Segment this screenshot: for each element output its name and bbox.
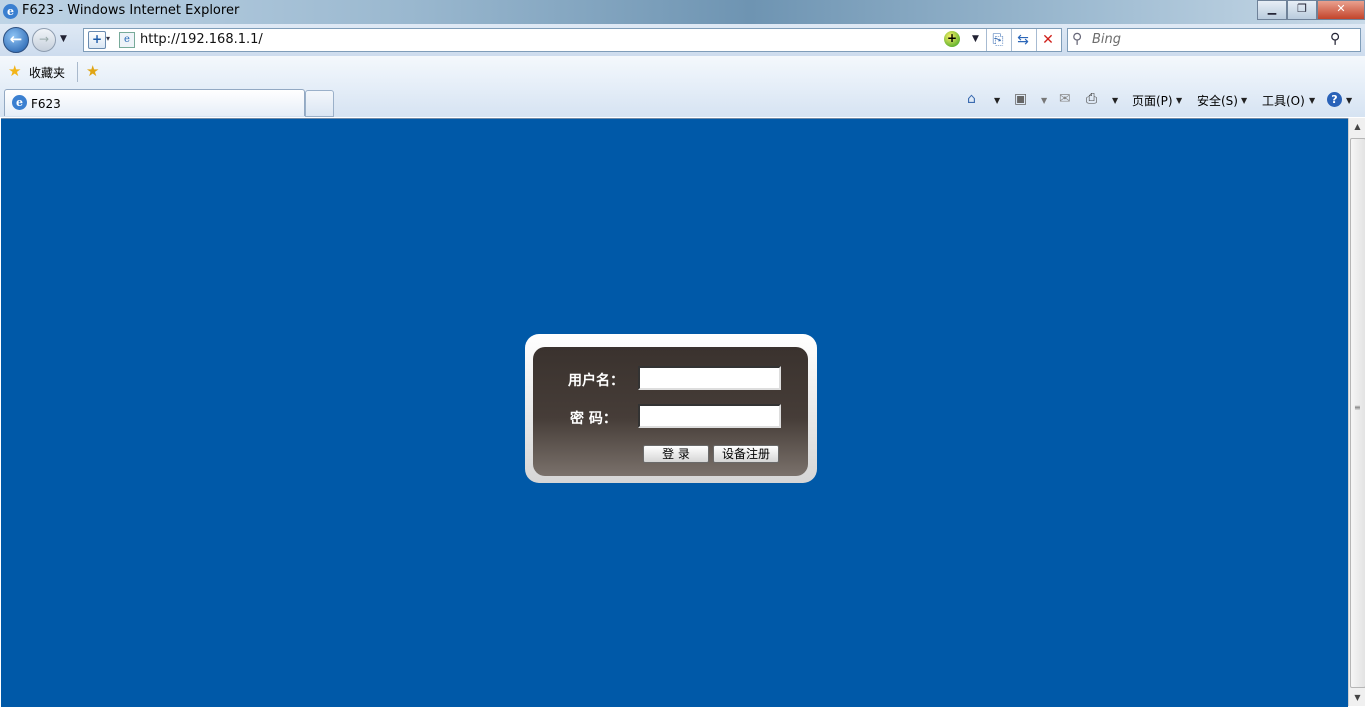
feed-dropdown[interactable]: ▼ xyxy=(1041,96,1047,105)
forward-arrow-icon[interactable]: → xyxy=(32,28,56,52)
address-divider xyxy=(1011,29,1012,51)
vertical-scrollbar[interactable]: ▲ ≡ ▼ xyxy=(1348,118,1365,706)
device-register-button[interactable]: 设备注册 xyxy=(713,445,779,463)
address-divider xyxy=(986,29,987,51)
page-menu-dropdown[interactable]: ▼ xyxy=(1176,96,1182,105)
scroll-grip-icon: ≡ xyxy=(1354,403,1361,412)
compatibility-dropdown[interactable]: ▾ xyxy=(106,34,110,43)
compatibility-view-icon[interactable]: + xyxy=(88,31,106,49)
tab-bar: e F623 ⌂ ▼ ▣ ▼ ✉ ⎙ ▼ 页面(P) ▼ 安全(S) ▼ 工具(… xyxy=(0,87,1365,117)
scroll-up-button[interactable]: ▲ xyxy=(1349,118,1365,135)
print-dropdown[interactable]: ▼ xyxy=(1112,96,1118,105)
safety-menu[interactable]: 安全(S) xyxy=(1197,92,1238,109)
favorites-button[interactable]: 收藏夹 xyxy=(29,64,65,81)
close-button[interactable]: ✕ xyxy=(1317,0,1365,20)
favorites-divider xyxy=(77,62,78,82)
recent-pages-dropdown[interactable]: ▼ xyxy=(60,34,67,44)
username-label: 用户名： xyxy=(568,373,624,389)
page-menu[interactable]: 页面(P) xyxy=(1132,92,1173,109)
stop-icon[interactable]: ✕ xyxy=(1038,30,1058,50)
mail-icon[interactable]: ✉ xyxy=(1059,91,1071,107)
help-dropdown[interactable]: ▼ xyxy=(1346,96,1352,105)
scroll-thumb[interactable] xyxy=(1350,138,1365,688)
page-icon: e xyxy=(119,32,135,48)
tools-menu-dropdown[interactable]: ▼ xyxy=(1309,96,1315,105)
favorites-bar: ★ 收藏夹 ★ xyxy=(0,56,1365,87)
title-bar: e F623 - Windows Internet Explorer ▁ ❐ ✕ xyxy=(0,0,1365,24)
add-favorite-icon[interactable]: ★ xyxy=(86,62,99,80)
username-input[interactable] xyxy=(638,366,781,390)
back-arrow-icon[interactable]: ← xyxy=(3,27,29,53)
search-input[interactable]: Bing xyxy=(1092,32,1121,47)
home-dropdown[interactable]: ▼ xyxy=(994,96,1000,105)
tab-label: F623 xyxy=(31,97,61,111)
restore-button[interactable]: ❐ xyxy=(1287,0,1317,20)
scroll-down-button[interactable]: ▼ xyxy=(1349,689,1365,706)
help-icon[interactable]: ? xyxy=(1327,92,1342,107)
search-go-icon[interactable]: ⚲ xyxy=(1330,31,1340,47)
new-tab-button[interactable] xyxy=(305,90,334,117)
rss-feed-icon[interactable]: ▣ xyxy=(1014,91,1027,107)
tab-ie-logo-icon: e xyxy=(12,95,27,110)
tools-menu[interactable]: 工具(O) xyxy=(1262,92,1305,109)
addon-dropdown[interactable]: ▼ xyxy=(972,34,979,44)
ie-logo-icon: e xyxy=(3,4,18,19)
navigation-bar: ← → ▼ + ▾ e http://192.168.1.1/ + ▼ ⎘ ⇆ … xyxy=(0,24,1365,56)
safety-menu-dropdown[interactable]: ▼ xyxy=(1241,96,1247,105)
minimize-button[interactable]: ▁ xyxy=(1257,0,1287,20)
window-controls: ▁ ❐ ✕ xyxy=(1257,0,1365,20)
login-panel: 用户名： 密 码： 登 录 设备注册 xyxy=(533,347,808,476)
address-bar[interactable]: + ▾ e http://192.168.1.1/ + ▼ ⎘ ⇆ ✕ xyxy=(83,28,1062,52)
password-label: 密 码： xyxy=(570,411,617,427)
tab-f623[interactable]: e F623 xyxy=(4,89,305,116)
print-icon[interactable]: ⎙ xyxy=(1086,91,1097,107)
compat-view-button-icon[interactable]: ⎘ xyxy=(988,30,1008,50)
login-box: 用户名： 密 码： 登 录 设备注册 xyxy=(525,334,817,483)
search-box[interactable]: ⚲ Bing ⚲ xyxy=(1067,28,1361,52)
green-plus-icon[interactable]: + xyxy=(944,31,960,47)
address-divider xyxy=(1036,29,1037,51)
window-title: F623 - Windows Internet Explorer xyxy=(22,3,240,18)
refresh-icon[interactable]: ⇆ xyxy=(1013,30,1033,50)
search-icon: ⚲ xyxy=(1072,31,1083,47)
favorites-star-icon[interactable]: ★ xyxy=(8,62,21,80)
login-button[interactable]: 登 录 xyxy=(643,445,709,463)
home-icon[interactable]: ⌂ xyxy=(967,91,976,107)
page-content: 用户名： 密 码： 登 录 设备注册 xyxy=(1,118,1348,707)
password-input[interactable] xyxy=(638,404,781,428)
address-url[interactable]: http://192.168.1.1/ xyxy=(140,32,263,47)
